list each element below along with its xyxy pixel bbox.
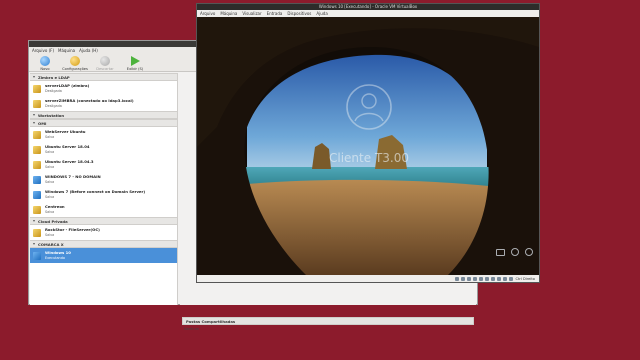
show-arrow-icon (130, 56, 140, 66)
menu-arquivo[interactable]: Arquivo (F) (32, 48, 54, 53)
chevron-down-icon (33, 220, 35, 222)
menu-ajuda[interactable]: Ajuda (H) (79, 48, 98, 53)
power-icon[interactable] (525, 248, 533, 256)
linux-vm-icon (33, 130, 41, 139)
lock-user-name: Cliente T3.00 (329, 151, 409, 165)
chevron-down-icon (33, 122, 35, 124)
settings-button[interactable]: Configurações (62, 56, 88, 71)
usb-icon[interactable] (479, 276, 484, 281)
vm-item[interactable]: Ubuntu Server 18.04.3 Salva (30, 157, 177, 172)
new-vm-icon (40, 56, 50, 66)
mouse-integration-icon[interactable] (509, 276, 514, 281)
linux-vm-icon (33, 145, 41, 154)
new-button[interactable]: Novo (32, 56, 58, 71)
accessibility-icon[interactable] (511, 248, 519, 256)
shared-folder-icon[interactable] (485, 276, 490, 281)
lockscreen-wallpaper: Cliente T3.00 (197, 17, 539, 276)
settings-gear-icon (70, 56, 80, 66)
guest-menu-ajuda[interactable]: Ajuda (316, 11, 327, 16)
optical-drive-icon[interactable] (461, 276, 466, 281)
audio-icon[interactable] (467, 276, 472, 281)
guest-statusbar: Ctrl Direito (197, 275, 539, 282)
group-header[interactable]: Cloud Privada (30, 217, 177, 225)
guest-menu-maquina[interactable]: Máquina (220, 11, 237, 16)
show-button[interactable]: Exibir (S) (122, 56, 148, 71)
group-header[interactable]: Zimbra e LDAP (30, 73, 177, 81)
guest-menubar: Arquivo Máquina Visualizar Entrada Dispo… (197, 10, 539, 17)
discard-icon (100, 56, 110, 66)
vm-item[interactable]: Centreon Salva (30, 202, 177, 217)
vm-item[interactable]: serverZIMBRA (conectado ao Idap3.local) D… (30, 96, 177, 111)
cpu-icon[interactable] (503, 276, 508, 281)
recording-icon[interactable] (497, 276, 502, 281)
linux-vm-icon (33, 84, 41, 93)
vm-item[interactable]: Ubuntu Server 18.04 Salva (30, 142, 177, 157)
linux-vm-icon (33, 160, 41, 169)
display-icon[interactable] (491, 276, 496, 281)
guest-menu-entrada[interactable]: Entrada (267, 11, 283, 16)
guest-vm-window: Windows 10 [Executando] - Oracle VM Virt… (196, 3, 540, 283)
guest-menu-dispositivos[interactable]: Dispositivos (287, 11, 311, 16)
hdd-icon[interactable] (455, 276, 460, 281)
windows-vm-icon (33, 175, 41, 184)
network-icon[interactable] (496, 249, 505, 256)
group-header[interactable]: COMARCA X (30, 240, 177, 248)
chevron-down-icon (33, 76, 35, 78)
vm-item[interactable]: Windows 7 (Before connect on Domain Serv… (30, 187, 177, 202)
vm-item[interactable]: WebServer Ubuntu Salva (30, 127, 177, 142)
chevron-down-icon (33, 243, 35, 245)
guest-screen-lockscreen[interactable]: Cliente T3.00 (197, 17, 539, 276)
linux-vm-icon (33, 99, 41, 108)
windows-vm-icon (33, 190, 41, 199)
host-key-label: Ctrl Direito (515, 276, 535, 281)
chevron-down-icon (33, 114, 35, 116)
linux-vm-icon (33, 205, 41, 214)
vm-item-selected[interactable]: Windows 10 Executando (30, 248, 177, 263)
group-header[interactable]: Workstation (30, 111, 177, 119)
discard-button[interactable]: Descartar (92, 56, 118, 71)
network-adapter-icon[interactable] (473, 276, 478, 281)
vm-item[interactable]: WINDOWS 7 - NO DOMAIN Salva (30, 172, 177, 187)
vm-item[interactable]: serverLDAP (zimbra) Desligada (30, 81, 177, 96)
menu-maquina[interactable]: Máquina (58, 48, 75, 53)
lockscreen-controls (496, 248, 533, 256)
group-header[interactable]: OMI (30, 119, 177, 127)
linux-vm-icon (33, 228, 41, 237)
vm-list: Zimbra e LDAP serverLDAP (zimbra) Desliga… (30, 73, 178, 305)
guest-menu-arquivo[interactable]: Arquivo (200, 11, 215, 16)
shared-folders-section[interactable]: Pastas Compartilhadas (182, 317, 474, 325)
guest-menu-visualizar[interactable]: Visualizar (242, 11, 261, 16)
vm-item[interactable]: RockStor - FileServer(OC) Salva (30, 225, 177, 240)
shared-folders-value: Nenhum (184, 327, 200, 331)
windows-vm-icon (33, 251, 41, 260)
